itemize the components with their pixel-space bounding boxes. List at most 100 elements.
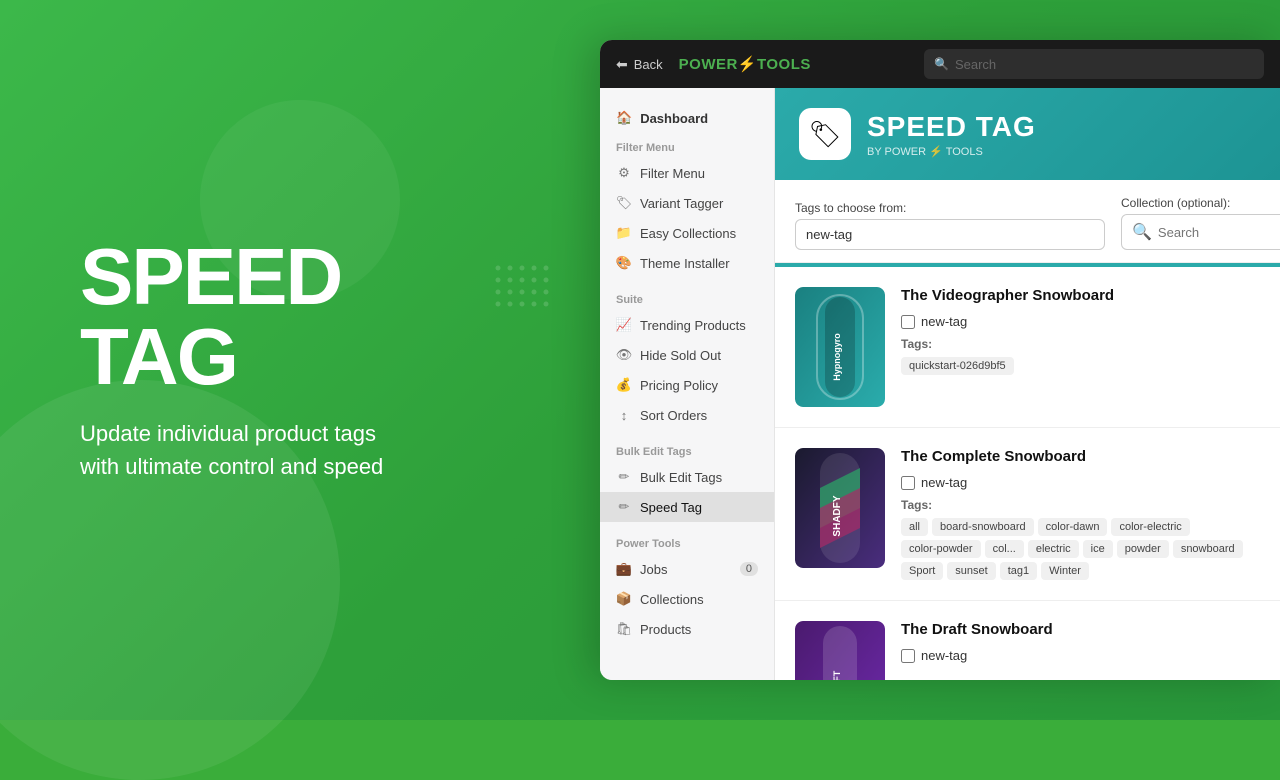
product-name-1: The Videographer Snowboard — [901, 287, 1260, 304]
top-nav: ⬅ Back POWER⚡TOOLS 🔍 — [600, 40, 1280, 88]
table-row: DRAFT The Draft Snowboard new-tag — [775, 601, 1280, 680]
tag-chip: Winter — [1041, 562, 1089, 580]
sidebar-item-variant-tagger[interactable]: 🏷 Variant Tagger — [600, 188, 774, 218]
tag-chip: sunset — [947, 562, 995, 580]
collection-field-label: Collection (optional): — [1121, 196, 1280, 210]
back-icon: ⬅ — [616, 56, 628, 73]
search-bar[interactable]: 🔍 — [924, 49, 1264, 79]
tag-chip: color-dawn — [1038, 518, 1108, 536]
left-panel: SPEED TAG Update individual product tags… — [60, 0, 560, 720]
tag-chip: snowboard — [1173, 540, 1243, 558]
speed-tag-main-title: SPEED TAG — [867, 111, 1036, 143]
filter-menu-label: Filter Menu — [640, 166, 705, 181]
products-label: Products — [640, 622, 691, 637]
sidebar-section-power-tools: Power Tools 💼 Jobs 0 📦 Collections 🛍 Pro… — [600, 530, 774, 644]
table-row: Hypnogyro The Videographer Snowboard new… — [775, 267, 1280, 428]
search-icon: 🔍 — [934, 57, 949, 71]
tag-chip: quickstart-026d9bf5 — [901, 357, 1014, 375]
app-window: ⬅ Back POWER⚡TOOLS 🔍 🏠 Dashboard Filter … — [600, 40, 1280, 680]
pricing-icon: 💰 — [616, 377, 632, 393]
dots-decoration — [490, 260, 570, 345]
suite-section-label: Suite — [600, 286, 774, 310]
sidebar-item-easy-collections[interactable]: 📁 Easy Collections — [600, 218, 774, 248]
sidebar-item-pricing[interactable]: 💰 Pricing Policy — [600, 370, 774, 400]
search-input[interactable] — [955, 57, 1254, 72]
sidebar-item-bulk-edit-tags[interactable]: ✏ Bulk Edit Tags — [600, 462, 774, 492]
speed-tag-by: BY POWER ⚡ TOOLS — [867, 145, 1036, 158]
svg-text:DRAFT: DRAFT — [832, 670, 842, 680]
product-tags-label-2: Tags: — [901, 498, 1260, 512]
speed-tag-app-icon: 🏷 — [808, 119, 841, 150]
theme-installer-label: Theme Installer — [640, 256, 730, 271]
hide-sold-label: Hide Sold Out — [640, 348, 721, 363]
sidebar-item-filter-menu[interactable]: ⚙ Filter Menu — [600, 158, 774, 188]
product-thumbnail-3: DRAFT — [795, 621, 885, 680]
trending-icon: 📈 — [616, 317, 632, 333]
tag-chip: board-snowboard — [932, 518, 1034, 536]
jobs-badge: 0 — [740, 562, 758, 576]
tag-chip: electric — [1028, 540, 1079, 558]
tag-chip: powder — [1117, 540, 1169, 558]
product-tag-checkbox-1[interactable]: new-tag — [901, 314, 1260, 329]
filter-menu-section-label: Filter Menu — [600, 134, 774, 158]
tags-field-group: Tags to choose from: — [795, 201, 1105, 250]
product-thumbnail-1: Hypnogyro — [795, 287, 885, 407]
sidebar-item-speed-tag[interactable]: ✏ Speed Tag — [600, 492, 774, 522]
tag-chip: color-powder — [901, 540, 981, 558]
trending-label: Trending Products — [640, 318, 746, 333]
product-tag-checkbox-input-1[interactable] — [901, 315, 915, 329]
speed-tag-header: 🏷 SPEED TAG BY POWER ⚡ TOOLS — [775, 88, 1280, 180]
tags-input[interactable] — [795, 219, 1105, 250]
sidebar-item-trending[interactable]: 📈 Trending Products — [600, 310, 774, 340]
product-tag-checkbox-label-2: new-tag — [921, 475, 967, 490]
product-name-2: The Complete Snowboard — [901, 448, 1260, 465]
sidebar-item-products[interactable]: 🛍 Products — [600, 614, 774, 644]
products-icon: 🛍 — [616, 621, 632, 637]
collection-search-input[interactable] — [1158, 225, 1280, 240]
bulk-edit-section-label: Bulk Edit Tags — [600, 438, 774, 462]
tags-row: Tags to choose from: Collection (optiona… — [775, 180, 1280, 263]
product-tag-checkbox-2[interactable]: new-tag — [901, 475, 1260, 490]
product-info-3: The Draft Snowboard new-tag — [901, 621, 1260, 671]
sort-icon: ↕ — [616, 407, 632, 423]
speed-tag-icon: ✏ — [616, 499, 632, 515]
bulk-edit-label: Bulk Edit Tags — [640, 470, 722, 485]
sidebar-item-hide-sold[interactable]: 👁 Hide Sold Out — [600, 340, 774, 370]
bulk-edit-icon: ✏ — [616, 469, 632, 485]
product-info-1: The Videographer Snowboard new-tag Tags:… — [901, 287, 1260, 375]
product-tags-chips-2: all board-snowboard color-dawn color-ele… — [901, 518, 1260, 580]
sidebar-item-collections[interactable]: 📦 Collections — [600, 584, 774, 614]
speed-tag-icon-wrap: 🏷 — [799, 108, 851, 160]
product-tag-checkbox-input-3[interactable] — [901, 649, 915, 663]
sidebar-item-dashboard[interactable]: 🏠 Dashboard — [600, 100, 774, 134]
product-name-3: The Draft Snowboard — [901, 621, 1260, 638]
jobs-icon: 💼 — [616, 561, 632, 577]
jobs-label: Jobs — [640, 562, 667, 577]
collection-field-group: Collection (optional): 🔍 — [1121, 196, 1280, 250]
tag-chip: all — [901, 518, 928, 536]
theme-installer-icon: 🎨 — [616, 255, 632, 271]
filter-menu-icon: ⚙ — [616, 165, 632, 181]
easy-collections-label: Easy Collections — [640, 226, 736, 241]
sort-orders-label: Sort Orders — [640, 408, 707, 423]
hero-subtitle: Update individual product tags with ulti… — [80, 417, 390, 483]
sidebar-item-jobs[interactable]: 💼 Jobs 0 — [600, 554, 774, 584]
product-tags-chips-1: quickstart-026d9bf5 — [901, 357, 1260, 375]
svg-text:Hypnogyro: Hypnogyro — [832, 333, 842, 381]
power-tools-section-label: Power Tools — [600, 530, 774, 554]
product-tag-checkbox-input-2[interactable] — [901, 476, 915, 490]
collection-search-wrap[interactable]: 🔍 — [1121, 214, 1280, 250]
back-button[interactable]: ⬅ Back — [616, 56, 663, 73]
tag-chip: tag1 — [1000, 562, 1037, 580]
sidebar-item-theme-installer[interactable]: 🎨 Theme Installer — [600, 248, 774, 278]
product-tag-checkbox-3[interactable]: new-tag — [901, 648, 1260, 663]
sidebar-section-filter: Filter Menu ⚙ Filter Menu 🏷 Variant Tagg… — [600, 134, 774, 278]
sidebar-item-sort-orders[interactable]: ↕ Sort Orders — [600, 400, 774, 430]
sidebar-section-suite: Suite 📈 Trending Products 👁 Hide Sold Ou… — [600, 286, 774, 430]
product-tag-checkbox-label-3: new-tag — [921, 648, 967, 663]
table-row: SHADFY The Complete Snowboard new-tag Ta… — [775, 428, 1280, 601]
tag-chip: col... — [985, 540, 1024, 558]
collections-label: Collections — [640, 592, 704, 607]
variant-tagger-label: Variant Tagger — [640, 196, 723, 211]
product-info-2: The Complete Snowboard new-tag Tags: all… — [901, 448, 1260, 580]
